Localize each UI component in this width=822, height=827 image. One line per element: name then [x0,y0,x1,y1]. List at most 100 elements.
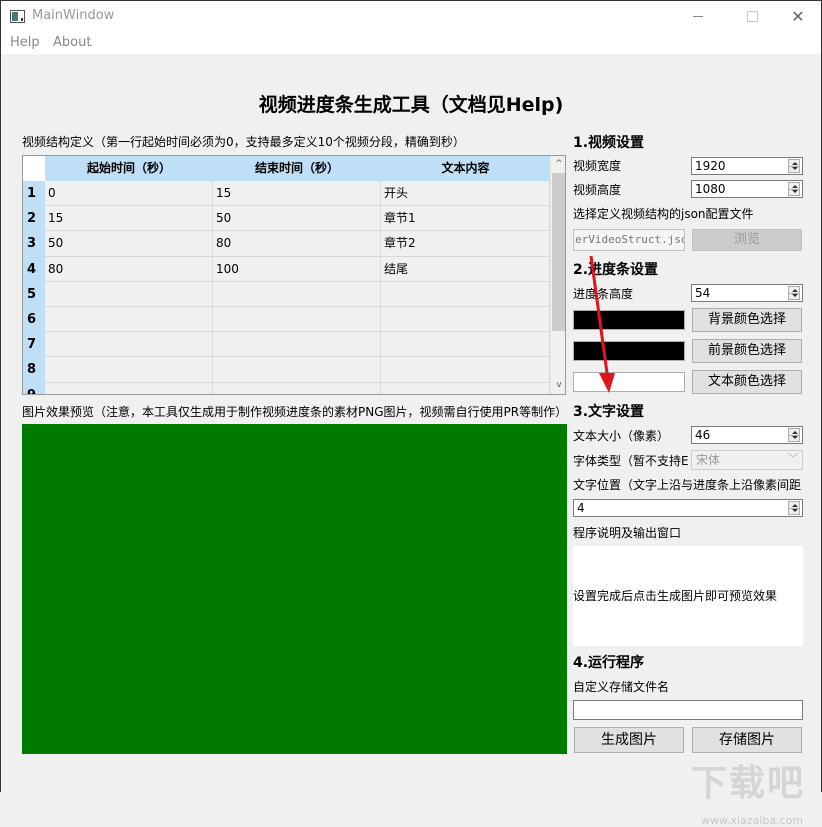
spin-arrows-icon[interactable] [788,286,800,300]
column-header-start[interactable]: 起始时间（秒） [45,156,213,181]
table-corner[interactable] [23,156,45,181]
text-color-button[interactable]: 文本颜色选择 [692,370,802,394]
bar-height-spinbox[interactable]: 54 [691,284,803,302]
row-header[interactable]: 3 [23,231,45,257]
app-icon [10,10,25,23]
generate-image-button[interactable]: 生成图片 [574,727,684,753]
foreground-color-button[interactable]: 前景颜色选择 [692,339,802,363]
table-cell-text[interactable] [381,332,550,358]
image-preview [22,424,567,754]
table-cell-end[interactable]: 100 [213,256,381,282]
table-cell-start[interactable] [45,332,213,358]
table-cell-start[interactable]: 0 [45,181,213,207]
text-size-spinbox[interactable]: 46 [691,426,803,444]
table-cell-end[interactable]: 15 [213,181,381,207]
watermark-logo: 下载吧 [691,763,806,804]
minimize-button[interactable] [675,1,721,32]
table-cell-text[interactable] [381,357,550,383]
table-cell-end[interactable]: 80 [213,231,381,257]
menu-help[interactable]: Help [10,35,40,50]
font-type-label: 字体类型（暂不支持E [573,454,688,468]
table-cell-start[interactable]: 15 [45,206,213,232]
json-path-field[interactable]: erVideoStruct.json [573,229,685,251]
run-title: 4.运行程序 [573,655,645,671]
table-cell-start[interactable]: 50 [45,231,213,257]
table-cell-text[interactable] [381,307,550,333]
text-position-label: 文字位置（文字上沿与进度条上沿像素间距 [573,478,802,492]
video-width-spinbox[interactable]: 1920 [691,157,803,175]
table-cell-start[interactable] [45,357,213,383]
save-image-button[interactable]: 存储图片 [692,727,802,753]
spin-arrows-icon[interactable] [788,182,800,196]
main-window: MainWindow ✕ Help About 视频进度条生成工具（文档见Hel… [0,0,822,827]
table-cell-start[interactable] [45,382,213,394]
filename-input[interactable] [573,700,803,720]
row-header[interactable]: 7 [23,332,45,358]
text-size-label: 文本大小（像素） [573,429,670,443]
bar-height-value[interactable]: 54 [695,286,710,300]
table-cell-end[interactable] [213,332,381,358]
text-position-value[interactable]: 4 [577,501,585,515]
table-cell-text[interactable] [381,281,550,307]
column-header-text[interactable]: 文本内容 [381,156,550,181]
table-cell-end[interactable] [213,281,381,307]
text-color-swatch [573,372,685,392]
row-header[interactable]: 4 [23,256,45,282]
video-height-value[interactable]: 1080 [695,182,726,196]
text-size-value[interactable]: 46 [695,428,710,442]
table-cell-text[interactable]: 章节2 [381,231,550,257]
bar-height-label: 进度条高度 [573,287,634,301]
table-cell-end[interactable]: 50 [213,206,381,232]
browse-button[interactable]: 浏览 [692,229,802,251]
page-title: 视频进度条生成工具（文档见Help) [258,94,564,116]
json-config-label: 选择定义视频结构的json配置文件 [573,207,754,221]
font-type-combobox[interactable]: 宋体 ﹀ [691,450,803,470]
structure-label: 视频结构定义（第一行起始时间必须为0，支持最多定义10个视频分段，精确到秒） [22,135,465,149]
foreground-color-swatch [573,341,685,361]
background-color-button[interactable]: 背景颜色选择 [692,308,802,332]
row-header[interactable]: 1 [23,181,45,207]
spin-arrows-icon[interactable] [788,428,800,442]
table-cell-start[interactable]: 80 [45,256,213,282]
close-button[interactable]: ✕ [775,1,821,32]
chevron-down-icon[interactable]: ﹀ [788,451,798,469]
title-bar: MainWindow ✕ [1,1,821,32]
text-position-spinbox[interactable]: 4 [573,499,803,517]
table-cell-end[interactable] [213,357,381,383]
table-cell-start[interactable] [45,307,213,333]
filename-label: 自定义存储文件名 [573,680,670,694]
background-color-swatch [573,310,685,330]
table-cell-start[interactable] [45,281,213,307]
row-header[interactable]: 6 [23,307,45,333]
row-header[interactable]: 5 [23,281,45,307]
video-width-label: 视频宽度 [573,159,622,173]
font-type-value: 宋体 [696,453,721,467]
menu-about[interactable]: About [53,35,91,50]
bar-settings-title: 2.进度条设置 [573,262,659,278]
preview-label: 图片效果预览（注意，本工具仅生成用于制作视频进度条的素材PNG图片，视频需自行使… [22,405,568,419]
structure-table[interactable]: 起始时间（秒） 结束时间（秒） 文本内容 1 0 15 开头 2 15 50 章节1 3 50 80… [22,155,566,395]
central-widget: 视频进度条生成工具（文档见Help) 视频结构定义（第一行起始时间必须为0，支持… [1,54,821,827]
spin-arrows-icon[interactable] [788,159,800,173]
table-cell-end[interactable] [213,382,381,394]
text-settings-title: 3.文字设置 [573,404,645,420]
spin-arrows-icon[interactable] [788,501,800,515]
table-scrollbar[interactable]: ^ v [550,156,565,394]
row-header[interactable]: 2 [23,206,45,232]
maximize-button[interactable] [729,1,775,32]
table-cell-text[interactable]: 开头 [381,181,550,207]
video-height-label: 视频高度 [573,183,622,197]
row-header[interactable]: 8 [23,357,45,383]
scroll-thumb[interactable] [552,173,565,331]
scroll-up-arrow-icon[interactable]: ^ [551,156,565,173]
video-height-spinbox[interactable]: 1080 [691,180,803,198]
output-text: 设置完成后点击生成图片即可预览效果 [573,589,778,603]
table-cell-text[interactable]: 结尾 [381,256,550,282]
table-cell-text[interactable]: 章节1 [381,206,550,232]
scroll-down-arrow-icon[interactable]: v [551,377,565,394]
row-header[interactable]: 9 [23,382,45,394]
column-header-end[interactable]: 结束时间（秒） [213,156,381,181]
video-width-value[interactable]: 1920 [695,159,726,173]
table-cell-text[interactable] [381,382,550,394]
table-cell-end[interactable] [213,307,381,333]
